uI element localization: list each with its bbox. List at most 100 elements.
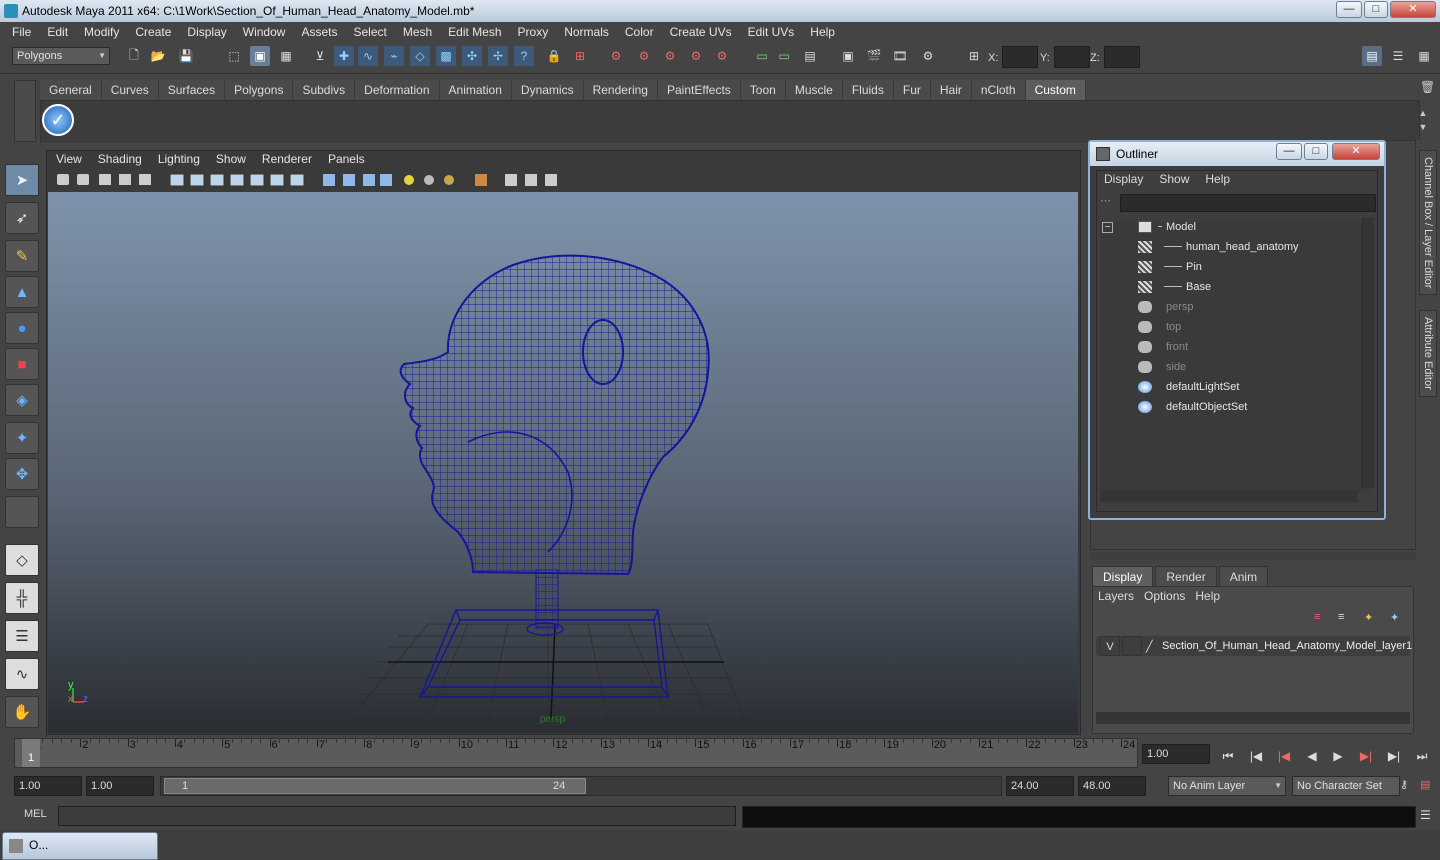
playback-start-field[interactable]: 1.00 <box>86 776 154 796</box>
menu-select[interactable]: Select <box>345 25 394 39</box>
layer-menu-layers[interactable]: Layers <box>1098 589 1144 603</box>
shelf-tab-polygons[interactable]: Polygons <box>225 80 294 100</box>
collapse-tree-button[interactable]: − <box>1102 222 1113 233</box>
snap-live-icon[interactable]: ✣ <box>462 46 482 66</box>
layer-tab-display[interactable]: Display <box>1092 566 1154 586</box>
menu-edit[interactable]: Edit <box>39 25 76 39</box>
z-field[interactable] <box>1104 46 1140 68</box>
outliner-filter-field[interactable] <box>1120 194 1376 212</box>
attribute-editor-toggle-icon[interactable]: ☰ <box>1388 46 1408 66</box>
shelf-tab-subdivs[interactable]: Subdivs <box>293 80 356 100</box>
select-hierarchy-icon[interactable]: ⬚ <box>224 46 244 66</box>
viewport-toolbar-icons[interactable] <box>55 171 565 189</box>
snap-plane-icon[interactable]: ◇ <box>410 46 430 66</box>
scale-tool-icon[interactable]: ■ <box>5 348 39 380</box>
input-mode-icon[interactable]: ▭ <box>774 46 794 66</box>
shelf-tab-dynamics[interactable]: Dynamics <box>511 80 584 100</box>
y-field[interactable] <box>1054 46 1090 68</box>
menu-assets[interactable]: Assets <box>293 25 345 39</box>
menu-file[interactable]: File <box>4 25 39 39</box>
outliner-hscroll[interactable] <box>1100 490 1358 502</box>
filter-search-icon[interactable]: ⋯ <box>1100 194 1116 212</box>
mel-label[interactable]: MEL <box>24 808 47 820</box>
manipulator-tool-icon[interactable]: ◈ <box>5 384 39 416</box>
go-to-end-icon[interactable]: ⏭ <box>1412 746 1432 766</box>
current-time-field[interactable]: 1.00 <box>1142 744 1210 764</box>
shelf-tab-rendering[interactable]: Rendering <box>583 80 658 100</box>
snap-surface-icon[interactable]: ▩ <box>436 46 456 66</box>
help-icon[interactable]: ? <box>514 46 534 66</box>
checkmark-icon[interactable]: ✓ <box>42 104 74 136</box>
render-view-icon[interactable]: ⚙ <box>712 46 732 66</box>
layer-row[interactable]: V ╱ Section_Of_Human_Head_Anatomy_Model_… <box>1096 636 1412 656</box>
step-back-key-icon[interactable]: |◀ <box>1274 746 1294 766</box>
select-object-icon[interactable]: ▣ <box>250 46 270 66</box>
menu-create[interactable]: Create <box>127 25 179 39</box>
3d-viewport[interactable]: y x z persp <box>48 192 1078 733</box>
render-settings-icon[interactable]: ⚙ <box>660 46 680 66</box>
layer-menu-options[interactable]: Options <box>1144 589 1195 603</box>
select-tool-icon[interactable]: ➤ <box>5 164 39 196</box>
vp-menu-show[interactable]: Show <box>208 152 254 168</box>
shelf-tab-surfaces[interactable]: Surfaces <box>158 80 226 100</box>
menu-create-uvs[interactable]: Create UVs <box>662 25 740 39</box>
step-forward-icon[interactable]: ▶| <box>1384 746 1404 766</box>
shelf-tab-animation[interactable]: Animation <box>439 80 512 100</box>
shelf-tab-hair[interactable]: Hair <box>930 80 972 100</box>
menu-set-dropdown[interactable]: Polygons ▼ <box>12 47 110 65</box>
menu-mesh[interactable]: Mesh <box>395 25 440 39</box>
shelf-tab-deformation[interactable]: Deformation <box>355 80 440 100</box>
filter-icon[interactable]: ⊻ <box>310 46 330 66</box>
hand-icon[interactable]: ✋ <box>5 696 39 728</box>
layer-type-toggle[interactable] <box>1122 636 1142 656</box>
hypershade-icon[interactable]: ⚙ <box>686 46 706 66</box>
playblast-icon[interactable]: 🎞 <box>890 46 910 66</box>
select-component-icon[interactable]: ▦ <box>276 46 296 66</box>
close-button[interactable]: ✕ <box>1390 1 1436 18</box>
vp-menu-renderer[interactable]: Renderer <box>254 152 320 168</box>
layer-visibility-toggle[interactable]: V <box>1100 636 1120 656</box>
key-icon[interactable]: ⚷ <box>1400 778 1414 794</box>
layer-hscroll[interactable] <box>1096 712 1410 724</box>
go-to-start-icon[interactable]: ⏮ <box>1218 746 1238 766</box>
transform-input-icon[interactable]: ⊞ <box>964 46 984 66</box>
shelf-tab-painteffects[interactable]: PaintEffects <box>657 80 741 100</box>
lock-icon[interactable]: 🔒 <box>544 46 564 66</box>
snap-grid-icon[interactable]: ✚ <box>334 46 354 66</box>
channel-box-toggle-icon[interactable]: ▤ <box>1362 46 1382 66</box>
move-layer-up-icon[interactable]: ≡ <box>1314 611 1330 627</box>
camera-view-icon[interactable]: ▣ <box>838 46 858 66</box>
anim-layer-dropdown[interactable]: No Anim Layer ▼ <box>1168 776 1286 796</box>
maximize-button[interactable]: □ <box>1364 1 1388 18</box>
rotate-tool-icon[interactable]: ● <box>5 312 39 344</box>
sidebar-toggle-icon[interactable]: ▤ <box>800 46 820 66</box>
menu-window[interactable]: Window <box>235 25 294 39</box>
graph-editor-layout-icon[interactable]: ∿ <box>5 658 39 690</box>
outliner-menu-show[interactable]: Show <box>1151 172 1197 186</box>
vp-menu-view[interactable]: View <box>48 152 90 168</box>
end-time-field[interactable]: 48.00 <box>1078 776 1146 796</box>
playback-end-field[interactable]: 24.00 <box>1006 776 1074 796</box>
menu-display[interactable]: Display <box>179 25 234 39</box>
shelf-tab-fluids[interactable]: Fluids <box>842 80 894 100</box>
layer-tab-render[interactable]: Render <box>1155 566 1217 586</box>
shelf-tab-fur[interactable]: Fur <box>893 80 931 100</box>
new-scene-icon[interactable]: 🗋 <box>124 46 144 66</box>
show-manipulator-icon[interactable]: ✥ <box>5 458 39 490</box>
outliner-close-button[interactable]: ✕ <box>1332 143 1380 160</box>
vp-menu-shading[interactable]: Shading <box>90 152 150 168</box>
single-perspective-layout-icon[interactable]: ◇ <box>5 544 39 576</box>
snap-point-icon[interactable]: ⌁ <box>384 46 404 66</box>
render-frame-icon[interactable]: ⚙ <box>606 46 626 66</box>
time-ticks[interactable]: 123456789101112131415161718192021222324 <box>14 738 1138 768</box>
shelf-tab-ncloth[interactable]: nCloth <box>971 80 1026 100</box>
history-icon[interactable]: ⊞ <box>570 46 590 66</box>
snap-curve-icon[interactable]: ∿ <box>358 46 378 66</box>
menu-normals[interactable]: Normals <box>556 25 617 39</box>
character-set-dropdown[interactable]: No Character Set <box>1292 776 1400 796</box>
shelf-scroll-icon[interactable]: ▲ ▼ <box>1416 106 1430 136</box>
outliner-minimize-button[interactable]: — <box>1276 143 1302 160</box>
open-scene-icon[interactable]: 📂 <box>148 46 168 66</box>
new-layer-selected-icon[interactable]: ✦ <box>1390 611 1406 627</box>
outliner-menu-help[interactable]: Help <box>1197 172 1238 186</box>
